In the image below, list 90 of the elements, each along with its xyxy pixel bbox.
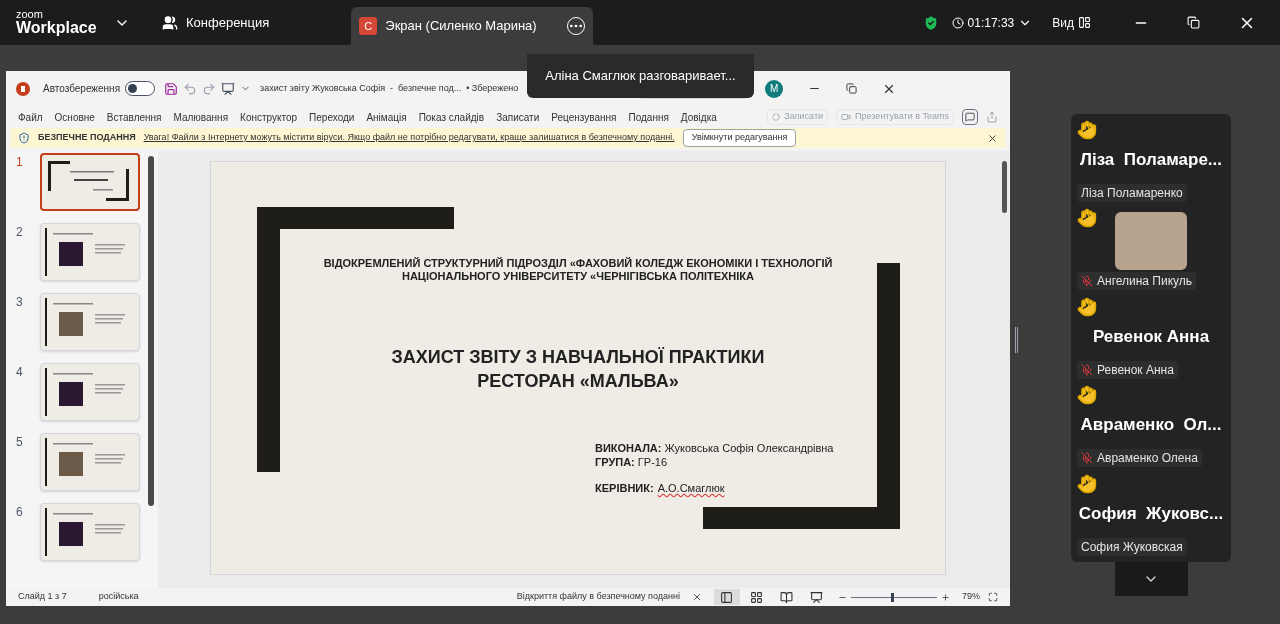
raised-hand-icon xyxy=(1077,296,1097,317)
ribbon-tab[interactable]: Вставлення xyxy=(106,109,162,125)
participant-name: Ліза Поламаре... xyxy=(1079,149,1223,171)
grid-icon xyxy=(750,590,764,604)
save-icon[interactable] xyxy=(164,81,179,96)
photo-placeholder xyxy=(1115,212,1187,271)
autosave-label: Автозбереження xyxy=(43,82,121,96)
protected-view-label: БЕЗПЕЧНЕ ПОДАННЯ xyxy=(38,131,136,145)
ribbon-tab[interactable]: Малювання xyxy=(173,109,229,125)
participant-name: Ревенок Анна xyxy=(1091,325,1211,348)
participant-label: Ліза Поламаренко xyxy=(1077,184,1187,202)
organization-text: НАЦІОНАЛЬНОГО УНІВЕРСИТЕТУ «ЧЕРНІГІВСЬКА ПОЛІТЕХНІКА xyxy=(402,270,754,283)
ribbon-tab[interactable]: Записати xyxy=(496,109,540,125)
muted-mic-icon xyxy=(1081,452,1093,465)
slide-count: Слайд 1 з 7 xyxy=(18,590,67,604)
enable-editing-button[interactable]: Увімкнути редагування xyxy=(682,129,797,147)
speaking-toast: Аліна Смаглюк разговаривает... xyxy=(527,54,754,98)
share-badge: С xyxy=(359,17,378,35)
normal-view-icon xyxy=(720,590,734,604)
raised-hand-icon xyxy=(1077,208,1097,229)
scrollbar[interactable] xyxy=(148,156,154,506)
slide-number: 2 xyxy=(16,224,24,241)
ribbon-tab[interactable]: Переходи xyxy=(309,109,355,125)
comments-icon[interactable] xyxy=(962,109,978,125)
language-label: російська xyxy=(98,590,139,604)
participant-label: Авраменко Олена xyxy=(1077,449,1202,468)
panel-splitter[interactable] xyxy=(1015,327,1018,353)
supervisor-name: А.О.Смаглюк xyxy=(657,481,725,495)
meeting-button[interactable]: Конференция xyxy=(162,12,270,33)
document-title: захист звіту Жуковська Софія - безпечне под... xyxy=(260,81,462,95)
book-icon xyxy=(780,590,794,604)
share-label: Экран (Силенко Марина) xyxy=(385,17,537,36)
ribbon-tab[interactable]: Анімація xyxy=(366,109,407,125)
participant-label: Ангелина Пикуль xyxy=(1077,272,1197,291)
presentation-icon[interactable] xyxy=(221,81,236,96)
participant-label: София Жуковская xyxy=(1077,537,1187,556)
autosave-toggle[interactable] xyxy=(125,81,156,96)
fit-icon[interactable] xyxy=(988,592,998,602)
ribbon-tab[interactable]: Файл xyxy=(18,109,43,125)
save-status: • Збережено xyxy=(466,81,519,95)
logo-text: Workplace xyxy=(16,20,98,36)
ribbon-tab[interactable]: Подання xyxy=(628,109,669,125)
zoom-percent: 79% xyxy=(962,590,980,604)
participant-name: София Жуковс... xyxy=(1077,502,1225,525)
logo-top: zoom xyxy=(16,9,44,20)
presentation-icon xyxy=(810,590,824,604)
credit-line: ВИКОНАЛА: Жуковська Софія Олександрівна xyxy=(595,441,834,455)
muted-mic-icon xyxy=(1081,363,1093,376)
zoom-in-icon[interactable] xyxy=(941,592,950,602)
app-logo-icon xyxy=(16,81,30,96)
protected-view-message[interactable]: Увага! Файли з Інтернету можуть містити віруси. Якщо файл не потрібно редагувати, краще залишатися в безпечному поданні. xyxy=(143,131,675,145)
slide-number: 3 xyxy=(16,294,24,311)
raised-hand-icon xyxy=(1077,473,1097,494)
slide-number: 5 xyxy=(16,434,24,451)
slide-number: 6 xyxy=(16,504,24,521)
view-mode-button[interactable] xyxy=(714,589,740,605)
shield-icon xyxy=(18,132,30,144)
view-button[interactable]: Вид xyxy=(1052,13,1091,32)
layout-icon xyxy=(1078,16,1091,29)
record-icon xyxy=(772,113,781,121)
slide-number: 4 xyxy=(16,364,24,381)
people-icon xyxy=(162,14,178,31)
zoom-slider-thumb[interactable] xyxy=(891,592,895,602)
slide-number: 1 xyxy=(16,154,24,171)
close-icon[interactable] xyxy=(987,132,998,144)
ribbon-tab[interactable]: Рецензування xyxy=(551,109,617,125)
clock-icon xyxy=(951,16,964,29)
organization-text: ВІДОКРЕМЛЕНИЙ СТРУКТУРНИЙ ПІДРОЗДІЛ «ФАХОВИЙ КОЛЕДЖ ЕКОНОМІКИ І ТЕХНОЛОГІЙ xyxy=(323,257,833,270)
scrollbar[interactable] xyxy=(1002,161,1007,213)
muted-mic-icon xyxy=(1081,275,1093,288)
meeting-timer: 01:17:33 xyxy=(967,14,1015,32)
close-icon[interactable] xyxy=(692,592,702,602)
slide-title: РЕСТОРАН «МАЛЬВА» xyxy=(477,370,679,393)
ribbon-tab[interactable]: Довідка xyxy=(680,109,717,125)
share-tab[interactable]: С Экран (Силенко Марина) xyxy=(351,7,594,45)
user-avatar[interactable]: M xyxy=(765,79,784,98)
safe-view-notice: Відкриття файлу в безпечному поданні xyxy=(516,590,680,604)
participant-label: Ревенок Анна xyxy=(1077,360,1178,379)
restore-icon[interactable] xyxy=(1187,16,1200,29)
supervisor-label: КЕРІВНИК: xyxy=(595,481,654,495)
participant-name: Авраменко Ол... xyxy=(1079,414,1223,437)
slide-title: ЗАХИСТ ЗВІТУ З НАВЧАЛЬНОЇ ПРАКТИКИ xyxy=(391,346,765,369)
camera-icon xyxy=(841,112,852,122)
raised-hand-icon xyxy=(1077,120,1097,140)
ribbon-tab[interactable]: Конструктор xyxy=(240,109,298,125)
ribbon-tab[interactable]: Основне xyxy=(54,109,95,125)
credit-line: ГРУПА: ГР-16 xyxy=(595,455,669,469)
ribbon-tab[interactable]: Показ слайдів xyxy=(418,109,485,125)
raised-hand-icon xyxy=(1077,385,1097,406)
slide-thumbnail[interactable] xyxy=(40,153,140,211)
